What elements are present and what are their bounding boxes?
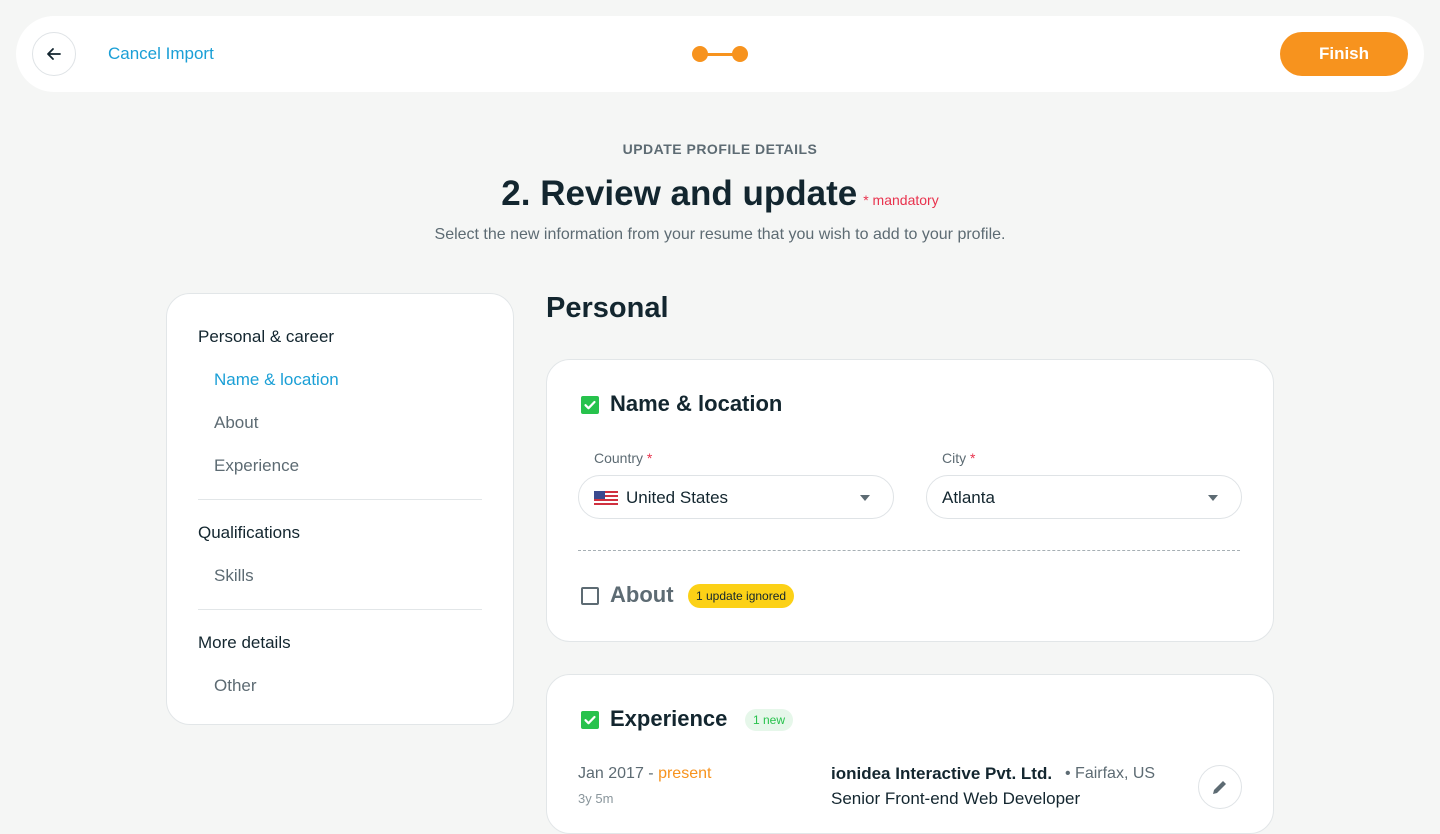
top-bar: Cancel Import Finish [16,16,1424,92]
nav-group-more-details: More details [198,633,291,652]
page-title: 2. Review and update [501,174,858,213]
nav-item-skills[interactable]: Skills [198,565,482,587]
update-ignored-badge: 1 update ignored [688,584,795,608]
experience-card: Experience 1 new Jan 2017 - present 3y 5… [546,674,1274,834]
experience-role: Senior Front-end Web Developer [831,789,1081,808]
experience-dates: Jan 2017 - present [578,765,712,782]
nav-item-name-location[interactable]: Name & location [198,369,482,391]
step-2-dot [732,46,748,62]
new-badge: 1 new [745,709,794,731]
name-location-heading: Name & location [610,391,783,416]
section-sidenav: Personal & career Name & location About … [166,293,514,725]
page-eyebrow: UPDATE PROFILE DETAILS [622,141,818,157]
page-subtitle: Select the new information from your res… [434,226,1006,243]
pencil-icon [1213,779,1228,794]
step-progress-indicator [692,46,748,62]
about-heading: About [610,582,674,607]
page-title-row: 2. Review and update * mandatory [0,174,1440,214]
name-location-checkbox[interactable] [581,396,599,414]
experience-checkbox[interactable] [581,711,599,729]
nav-divider [198,499,482,500]
experience-heading: Experience [610,706,728,731]
chevron-down-icon [1208,495,1218,501]
country-select[interactable]: United States [578,475,894,519]
city-select[interactable]: Atlanta [926,475,1242,519]
nav-group-personal-career: Personal & career [198,327,335,346]
finish-button[interactable]: Finish [1280,32,1408,76]
nav-item-other[interactable]: Other [198,675,482,697]
us-flag-icon [594,491,618,505]
back-button[interactable] [32,32,76,76]
city-label: City * [942,450,976,466]
arrow-left-icon [47,48,61,60]
experience-duration: 3y 5m [578,791,614,806]
section-title: Personal [546,292,669,324]
nav-item-experience[interactable]: Experience [198,455,482,477]
nav-divider [198,609,482,610]
checkmark-icon [584,715,596,725]
experience-location: • Fairfax, US [1065,765,1156,782]
mandatory-note: * mandatory [863,192,939,208]
country-label: Country * [594,450,653,466]
nav-group-qualifications: Qualifications [198,523,301,542]
section-divider [578,550,1240,551]
experience-company: ionidea Interactive Pvt. Ltd. [831,764,1053,783]
personal-card: Name & location Country * United States … [546,359,1274,642]
country-value: United States [626,488,729,507]
chevron-down-icon [860,495,870,501]
edit-experience-button[interactable] [1198,765,1242,809]
checkmark-icon [584,400,596,410]
city-value: Atlanta [942,488,995,507]
cancel-import-link[interactable]: Cancel Import [108,44,214,64]
about-checkbox[interactable] [581,587,599,605]
nav-item-about[interactable]: About [198,412,482,434]
